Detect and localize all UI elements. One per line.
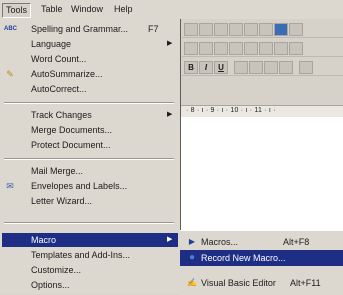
menu-item-macro[interactable]: Macro ▶: [2, 233, 178, 247]
play-arrow-icon: ▶: [188, 237, 196, 246]
toolbar-button[interactable]: [244, 23, 258, 36]
align-left-icon[interactable]: [234, 61, 248, 74]
menu-item-spelling[interactable]: ABC Spelling and Grammar... F7: [0, 22, 178, 36]
menu-item-protect-document[interactable]: Protect Document...: [0, 138, 178, 152]
menu-item-label: Spelling and Grammar...: [31, 24, 129, 34]
toolbar-button[interactable]: [244, 42, 258, 55]
menu-item-customize[interactable]: Customize...: [0, 263, 178, 277]
toolbar-button[interactable]: [274, 23, 288, 36]
menu-item-word-count[interactable]: Word Count...: [0, 52, 178, 66]
menu-item-label: Envelopes and Labels...: [31, 181, 128, 191]
menu-item-mail-merge[interactable]: Mail Merge...: [0, 164, 178, 178]
menu-item-envelopes-labels[interactable]: ✉ Envelopes and Labels...: [0, 179, 178, 193]
record-dot-icon: ●: [188, 252, 196, 263]
formatting-toolbar: B I U: [182, 59, 343, 76]
numbering-icon[interactable]: [299, 61, 313, 74]
menubar-window[interactable]: Window: [68, 3, 106, 16]
toolbar-button[interactable]: [184, 42, 198, 55]
menu-item-track-changes[interactable]: Track Changes ▶: [0, 108, 178, 122]
menu-bar: Tools Table Window Help: [0, 0, 343, 19]
italic-button[interactable]: I: [199, 61, 213, 74]
toolbar-button[interactable]: [214, 42, 228, 55]
submenu-item-visual-basic-editor[interactable]: ✍ Visual Basic Editor Alt+F11: [180, 275, 343, 291]
menu-item-label: Macros...: [201, 237, 239, 247]
tools-menu: ABC Spelling and Grammar... F7 Language …: [0, 19, 181, 294]
menu-item-label: Mail Merge...: [31, 166, 84, 176]
toolbar-button[interactable]: [274, 42, 288, 55]
menu-item-label: Protect Document...: [31, 140, 111, 150]
menu-item-label: Record New Macro...: [201, 253, 286, 263]
align-right-icon[interactable]: [264, 61, 278, 74]
menu-item-letter-wizard[interactable]: Letter Wizard...: [0, 194, 178, 208]
autosummarize-icon: ✎: [6, 69, 14, 79]
toolbar-button[interactable]: [259, 42, 273, 55]
spelling-abc-icon: ABC: [4, 26, 17, 32]
menu-item-label: Merge Documents...: [31, 125, 113, 135]
standard-toolbar: [182, 21, 343, 38]
toolbar-button[interactable]: [259, 23, 273, 36]
ruler-markings: · 8 · ı · 9 · ı · 10 · ı · 11 · ı ·: [186, 107, 276, 114]
menu-item-label: AutoSummarize...: [31, 69, 103, 79]
menu-item-label: Visual Basic Editor: [201, 278, 276, 288]
menubar-help[interactable]: Help: [111, 3, 136, 16]
menu-item-language[interactable]: Language ▶: [0, 37, 178, 51]
shortcut-label: Alt+F11: [290, 278, 321, 288]
envelope-icon: ✉: [6, 181, 14, 191]
toolbar-button[interactable]: [199, 42, 213, 55]
submenu-item-record-new-macro[interactable]: ● Record New Macro...: [180, 250, 343, 266]
toolbar-button[interactable]: [214, 23, 228, 36]
shortcut-label: Alt+F8: [283, 237, 310, 247]
menu-separator: [4, 102, 174, 104]
document-page[interactable]: [178, 117, 343, 230]
menu-separator: [4, 158, 174, 160]
menu-item-label: Word Count...: [31, 54, 87, 64]
justify-icon[interactable]: [279, 61, 293, 74]
menu-item-label: AutoCorrect...: [31, 84, 87, 94]
toolbar-button[interactable]: [289, 23, 303, 36]
menubar-table[interactable]: Table: [38, 3, 66, 16]
tables-toolbar: [182, 40, 343, 57]
menu-item-autosummarize[interactable]: ✎ AutoSummarize...: [0, 67, 178, 81]
menubar-tools[interactable]: Tools: [2, 3, 32, 18]
toolbar-button[interactable]: [229, 42, 243, 55]
toolbar-button[interactable]: [184, 23, 198, 36]
toolbar-button[interactable]: [199, 23, 213, 36]
submenu-item-macros[interactable]: ▶ Macros... Alt+F8: [180, 234, 343, 250]
menu-item-templates-addins[interactable]: Templates and Add-Ins...: [0, 248, 178, 262]
macro-submenu: ▶ Macros... Alt+F8 ● Record New Macro...…: [180, 230, 343, 295]
bold-button[interactable]: B: [184, 61, 198, 74]
toolbar-button[interactable]: [289, 42, 303, 55]
menu-item-label: Customize...: [31, 265, 82, 275]
submenu-arrow-icon: ▶: [167, 40, 173, 47]
menu-item-label: Language: [31, 39, 72, 49]
submenu-arrow-icon: ▶: [167, 111, 173, 118]
vb-editor-icon: ✍: [187, 278, 197, 287]
menu-item-autocorrect[interactable]: AutoCorrect...: [0, 82, 178, 96]
toolbar-button[interactable]: [229, 23, 243, 36]
menu-item-label: Options...: [31, 280, 70, 290]
menu-item-label: Letter Wizard...: [31, 196, 93, 206]
toolbar-area: B I U · 8 · ı · 9 · ı · 10 · ı · 11 · ı …: [178, 19, 343, 125]
menu-item-options[interactable]: Options...: [0, 278, 178, 292]
menu-item-merge-documents[interactable]: Merge Documents...: [0, 123, 178, 137]
menu-item-label: Templates and Add-Ins...: [31, 250, 131, 260]
menu-item-label: Track Changes: [31, 110, 92, 120]
align-center-icon[interactable]: [249, 61, 263, 74]
underline-button[interactable]: U: [214, 61, 228, 74]
menu-item-label: Macro: [31, 235, 57, 245]
shortcut-label: F7: [148, 24, 159, 34]
submenu-arrow-icon: ▶: [167, 236, 173, 243]
menu-separator: [4, 222, 174, 224]
